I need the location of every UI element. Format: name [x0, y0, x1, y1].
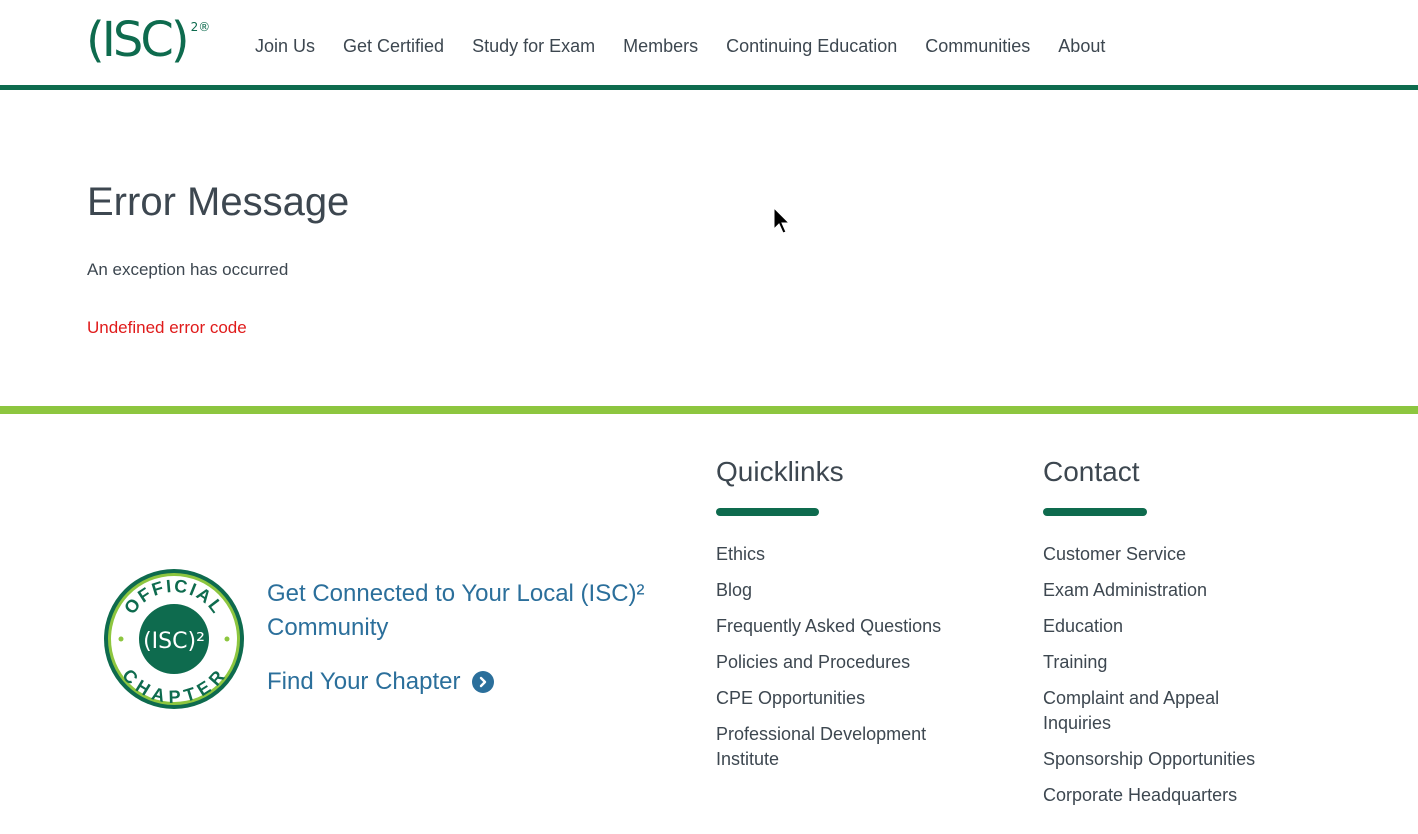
find-chapter-link[interactable]: Find Your Chapter	[267, 668, 495, 696]
nav-about[interactable]: About	[1058, 36, 1105, 57]
contact-corporate-hq[interactable]: Corporate Headquarters	[1043, 783, 1283, 808]
official-chapter-badge: OFFICIAL CHAPTER (ISC)²	[104, 569, 244, 709]
error-code: Undefined error code	[87, 318, 247, 337]
nav-members[interactable]: Members	[623, 36, 698, 57]
nav-join-us[interactable]: Join Us	[255, 36, 315, 57]
contact-complaint-appeal[interactable]: Complaint and Appeal Inquiries	[1043, 686, 1283, 736]
quicklink-cpe[interactable]: CPE Opportunities	[716, 686, 986, 711]
chevron-right-icon	[472, 671, 495, 693]
contact-education[interactable]: Education	[1043, 614, 1283, 639]
contact-exam-administration[interactable]: Exam Administration	[1043, 578, 1283, 603]
isc2-logo[interactable]: (ISC) 2®	[86, 10, 210, 70]
nav-continuing-education[interactable]: Continuing Education	[726, 36, 897, 57]
quicklink-policies[interactable]: Policies and Procedures	[716, 650, 986, 675]
contact-sponsorship[interactable]: Sponsorship Opportunities	[1043, 747, 1283, 772]
logo-superscript: 2®	[190, 20, 211, 34]
error-message: An exception has occurred	[87, 260, 289, 279]
find-chapter-label: Find Your Chapter	[267, 668, 461, 695]
nav-get-certified[interactable]: Get Certified	[343, 36, 444, 57]
contact-underline	[1043, 508, 1147, 516]
quicklink-faq[interactable]: Frequently Asked Questions	[716, 614, 986, 639]
quicklinks-list: Ethics Blog Frequently Asked Questions P…	[716, 542, 986, 783]
mouse-cursor-icon	[773, 207, 791, 234]
contact-training[interactable]: Training	[1043, 650, 1283, 675]
site-header: (ISC) 2® Join Us Get Certified Study for…	[0, 0, 1418, 90]
contact-list: Customer Service Exam Administration Edu…	[1043, 542, 1283, 819]
quicklink-pdi[interactable]: Professional Development Institute	[716, 722, 986, 772]
nav-study-for-exam[interactable]: Study for Exam	[472, 36, 595, 57]
community-heading[interactable]: Get Connected to Your Local (ISC)² Commu…	[267, 577, 687, 645]
page-title: Error Message	[87, 180, 350, 224]
main-nav: Join Us Get Certified Study for Exam Mem…	[255, 36, 1105, 57]
quicklinks-heading: Quicklinks	[716, 456, 844, 487]
contact-heading: Contact	[1043, 456, 1140, 487]
nav-communities[interactable]: Communities	[925, 36, 1030, 57]
quicklinks-underline	[716, 508, 819, 516]
footer-divider	[0, 406, 1418, 414]
logo-text: (ISC)	[86, 12, 190, 68]
contact-customer-service[interactable]: Customer Service	[1043, 542, 1283, 567]
quicklink-blog[interactable]: Blog	[716, 578, 986, 603]
quicklink-ethics[interactable]: Ethics	[716, 542, 986, 567]
badge-center-text: (ISC)²	[143, 629, 205, 654]
